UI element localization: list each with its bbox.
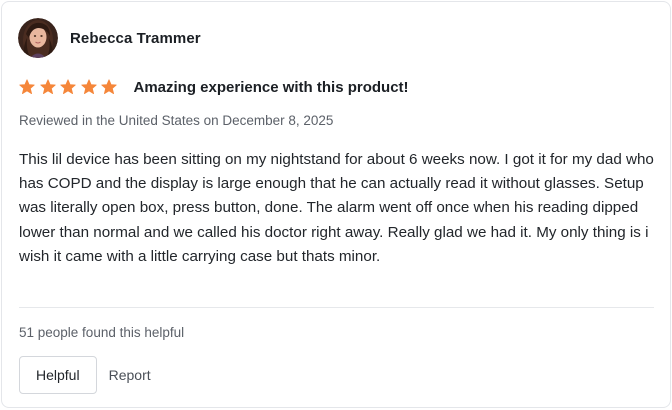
- review-title: Amazing experience with this product!: [133, 78, 409, 96]
- star-filled-icon: [101, 79, 117, 95]
- review-meta: Reviewed in the United States on Decembe…: [19, 113, 334, 128]
- rating-row: Amazing experience with this product!: [19, 77, 409, 97]
- star-filled-icon: [60, 79, 76, 95]
- star-rating: [19, 79, 122, 95]
- reviewer-header: Rebecca Trammer: [18, 18, 201, 58]
- review-actions: Helpful Report: [19, 356, 151, 394]
- star-filled-icon: [39, 79, 56, 95]
- review-card: Rebecca Trammer Amazing experience with …: [1, 1, 671, 408]
- helpful-count: 51 people found this helpful: [19, 325, 185, 340]
- star-filled-icon: [19, 79, 35, 95]
- divider: [19, 307, 654, 308]
- review-body: This lil device has been sitting on my n…: [19, 151, 654, 265]
- report-link[interactable]: Report: [109, 367, 151, 383]
- helpful-button[interactable]: Helpful: [19, 356, 97, 394]
- reviewer-name: Rebecca Trammer: [70, 29, 201, 47]
- avatar: [18, 18, 58, 58]
- star-filled-icon: [80, 79, 97, 95]
